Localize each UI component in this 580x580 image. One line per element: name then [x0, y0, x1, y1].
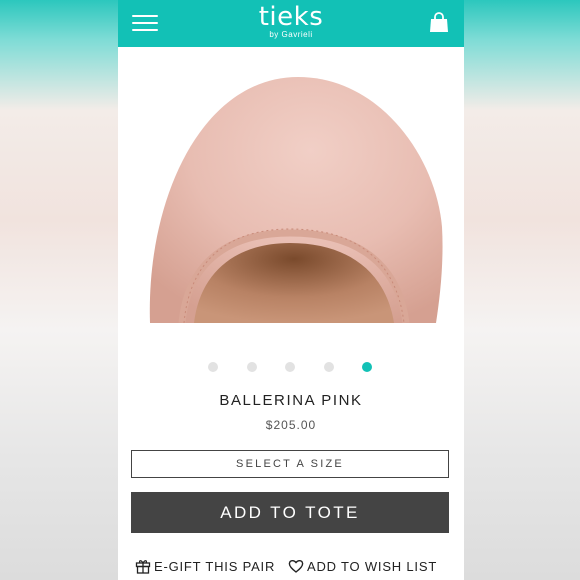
- carousel-dots: [118, 360, 464, 374]
- blurred-background-left: [0, 0, 118, 580]
- phone-screen: tieks by Gavrieli BALLERINA PINK $205.00…: [118, 0, 464, 580]
- size-select-dropdown[interactable]: SELECT A SIZE: [131, 450, 449, 478]
- menu-icon[interactable]: [132, 14, 158, 32]
- carousel-dot-4[interactable]: [324, 362, 334, 372]
- brand-logo[interactable]: tieks by Gavrieli: [218, 2, 364, 39]
- carousel-dot-2[interactable]: [247, 362, 257, 372]
- product-name: BALLERINA PINK: [219, 392, 363, 409]
- heart-icon: [288, 559, 304, 573]
- product-price: $205.00: [265, 418, 317, 432]
- product-actions: E-GIFT THIS PAIR ADD TO WISH LIST: [118, 556, 464, 576]
- carousel-dot-3[interactable]: [285, 362, 295, 372]
- brand-subtitle: by Gavrieli: [269, 30, 313, 39]
- carousel-dot-5-active[interactable]: [362, 362, 372, 372]
- egift-link[interactable]: E-GIFT THIS PAIR: [135, 556, 275, 576]
- product-image[interactable]: [118, 47, 464, 323]
- carousel-dot-1[interactable]: [208, 362, 218, 372]
- brand-name: tieks: [258, 2, 324, 32]
- add-to-tote-button[interactable]: ADD TO TOTE: [131, 492, 449, 533]
- egift-label: E-GIFT THIS PAIR: [154, 558, 276, 574]
- wishlist-link[interactable]: ADD TO WISH LIST: [288, 556, 437, 576]
- wishlist-label: ADD TO WISH LIST: [307, 558, 438, 574]
- gift-icon: [135, 560, 151, 574]
- shopping-bag-icon[interactable]: [428, 11, 450, 33]
- blurred-background-right: [464, 0, 580, 580]
- top-bar: tieks by Gavrieli: [118, 0, 464, 47]
